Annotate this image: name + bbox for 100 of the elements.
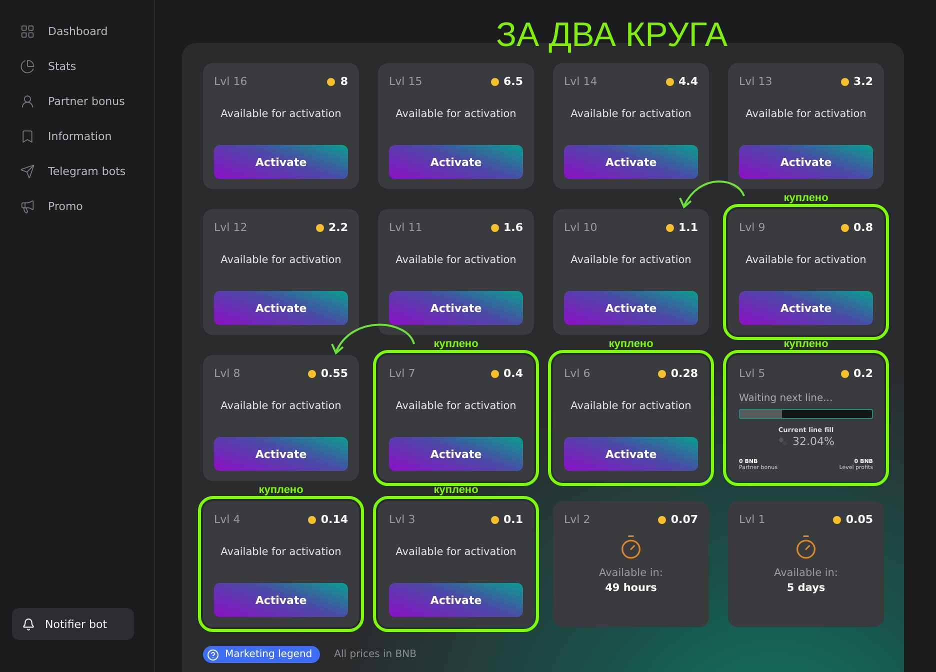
- level-label: Lvl 8: [214, 367, 240, 380]
- annotation-note: куплено: [432, 338, 480, 350]
- level-label: Lvl 2: [564, 513, 590, 526]
- coin-icon: [490, 78, 498, 86]
- pie-chart-icon: [20, 59, 35, 74]
- price: 8: [340, 75, 348, 88]
- level-label: Lvl 12: [214, 221, 248, 234]
- level-label: Lvl 6: [564, 367, 590, 380]
- annotation-note: куплено: [782, 338, 830, 350]
- status-text: Available for activation: [570, 108, 692, 120]
- coin-icon: [316, 224, 324, 232]
- time-remaining: 49 hours: [605, 582, 657, 594]
- level-label: Lvl 10: [564, 221, 598, 234]
- coin-icon: [490, 224, 498, 232]
- sidebar-item[interactable]: Telegram bots: [12, 154, 142, 189]
- activate-button[interactable]: Activate: [214, 437, 348, 471]
- coin-icon: [308, 516, 316, 524]
- status-text: Available for activation: [394, 546, 518, 558]
- marketing-legend-button[interactable]: Marketing legend: [203, 646, 320, 663]
- bell-icon: [22, 618, 35, 630]
- coin-icon: [327, 78, 336, 86]
- price: 0.14: [320, 513, 348, 526]
- activate-button[interactable]: Activate: [214, 145, 348, 179]
- activate-button[interactable]: Activate: [564, 437, 698, 471]
- level-label: Lvl 7: [389, 367, 416, 380]
- annotation-note: куплено: [258, 484, 304, 496]
- activate-button[interactable]: Activate: [389, 437, 523, 471]
- coin-icon: [658, 516, 666, 524]
- help-icon: [207, 648, 219, 660]
- level-label: Lvl 1: [739, 513, 766, 526]
- price: 0.05: [846, 513, 873, 526]
- level-label: Lvl 14: [564, 75, 598, 88]
- price: 1.1: [678, 221, 698, 234]
- status-text: Available for activation: [570, 400, 692, 412]
- coin-icon: [666, 224, 674, 232]
- sidebar-item[interactable]: Dashboard: [12, 14, 142, 49]
- activate-button[interactable]: Activate: [564, 291, 698, 325]
- level-label: Lvl 11: [389, 221, 422, 234]
- activate-button[interactable]: Activate: [389, 291, 523, 325]
- price: 0.4: [504, 367, 523, 380]
- price: 6.5: [504, 75, 523, 88]
- paper-plane-icon: [20, 164, 35, 179]
- activate-button[interactable]: Activate: [739, 291, 873, 325]
- price: 0.28: [670, 367, 698, 380]
- status-text: Available for activation: [220, 400, 342, 412]
- bookmark-icon: [20, 129, 35, 144]
- sidebar-item[interactable]: Promo: [12, 189, 142, 224]
- sidebar-item[interactable]: Stats: [12, 49, 142, 84]
- activate-button[interactable]: Activate: [564, 145, 698, 179]
- level-label: Lvl 4: [214, 513, 240, 526]
- level-label: Lvl 13: [739, 75, 772, 88]
- level-label: Lvl 5: [739, 367, 766, 380]
- megaphone-icon: [20, 199, 35, 214]
- fill-percent: 32.04%: [792, 435, 834, 448]
- activate-button[interactable]: Activate: [214, 583, 348, 617]
- price: 0.2: [854, 367, 873, 380]
- status-text: Available for activation: [394, 400, 518, 412]
- annotation-note: куплено: [608, 338, 654, 350]
- activate-button[interactable]: Activate: [389, 583, 523, 617]
- price: 4.4: [678, 75, 698, 88]
- coin-icon: [490, 370, 498, 378]
- status-text: Available for activation: [744, 108, 868, 120]
- coin-icon: [308, 370, 316, 378]
- status-text: Available for activation: [220, 254, 342, 266]
- price: 0.8: [854, 221, 873, 234]
- notifier-button[interactable]: Notifier bot: [12, 608, 134, 640]
- price: 3.2: [854, 75, 873, 88]
- status-text: Available for activation: [570, 254, 692, 266]
- annotation-note: куплено: [782, 192, 830, 204]
- level-label: Lvl 3: [389, 513, 416, 526]
- level-label: Lvl 9: [739, 221, 766, 234]
- activate-button[interactable]: Activate: [739, 145, 873, 179]
- price: 2.2: [328, 221, 348, 234]
- coin-icon: [840, 78, 848, 86]
- coin-icon: [840, 224, 848, 232]
- status-text: Available for activation: [394, 254, 518, 266]
- price: 0.07: [670, 513, 698, 526]
- price: 1.6: [504, 221, 523, 234]
- time-remaining: 5 days: [786, 582, 826, 594]
- level-label: Lvl 16: [214, 75, 248, 88]
- user-icon: [20, 94, 35, 109]
- status-text: Available for activation: [220, 108, 342, 120]
- price: 0.1: [504, 513, 523, 526]
- coin-icon: [832, 516, 841, 524]
- status-text: Available for activation: [220, 546, 342, 558]
- sidebar-item[interactable]: Partner bonus: [12, 84, 142, 119]
- status-text: Available in:: [599, 567, 663, 579]
- level-label: Lvl 15: [389, 75, 422, 88]
- prices-note: All prices in BNB: [334, 649, 416, 660]
- grid-icon: [20, 24, 35, 39]
- status-text: Available for activation: [744, 254, 868, 266]
- sidebar-item[interactable]: Information: [12, 119, 142, 154]
- activate-button[interactable]: Activate: [214, 291, 348, 325]
- spinner-icon: [778, 436, 788, 446]
- status-text: Waiting next line...: [739, 393, 834, 404]
- coin-icon: [490, 516, 498, 524]
- activate-button[interactable]: Activate: [389, 145, 523, 179]
- status-text: Available in:: [774, 567, 838, 579]
- price: 0.55: [320, 367, 348, 380]
- curved-arrow: [679, 180, 745, 209]
